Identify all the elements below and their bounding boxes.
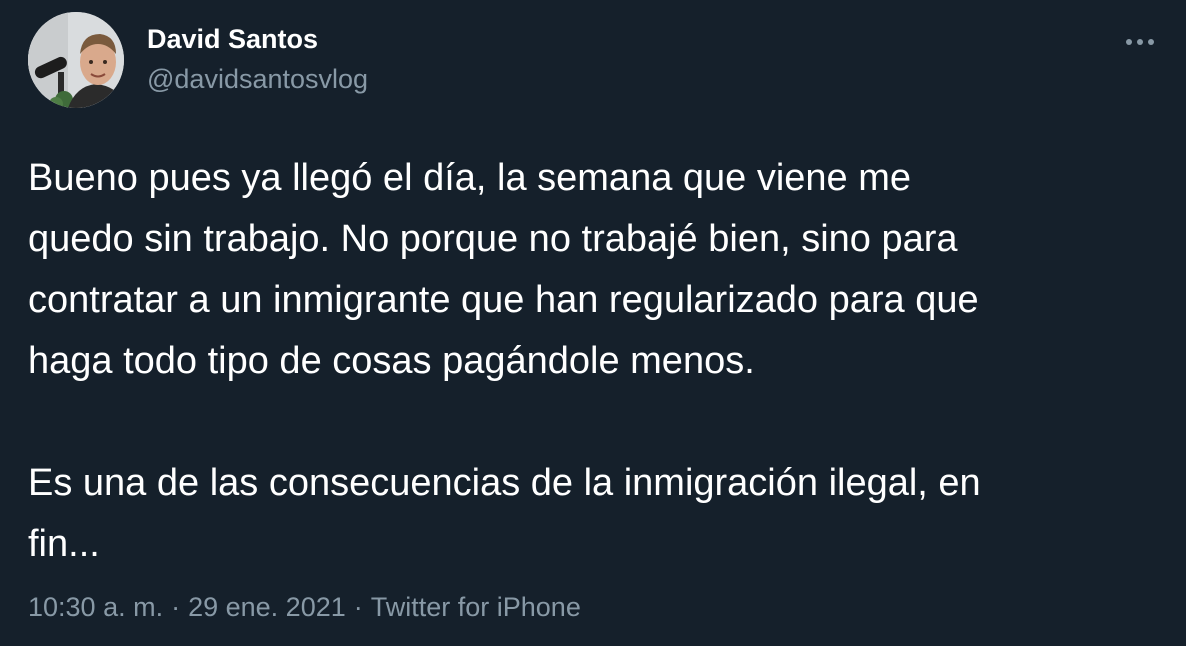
more-horizontal-icon: [1126, 39, 1154, 45]
tweet-text-line: Bueno pues ya llegó el día, la semana qu…: [28, 157, 912, 199]
tweet-card: David Santos @davidsantosvlog Bueno pues…: [0, 0, 1186, 646]
tweet-text: Bueno pues ya llegó el día, la semana qu…: [28, 148, 1158, 575]
tweet-metadata: 10:30 a. m. · 29 ene. 2021 · Twitter for iPh…: [28, 592, 581, 623]
author-display-name[interactable]: David Santos: [147, 24, 318, 55]
tweet-date[interactable]: 29 ene. 2021: [188, 592, 346, 622]
tweet-time[interactable]: 10:30 a. m.: [28, 592, 163, 622]
tweet-text-line: contratar a un inmigrante que han regula…: [28, 279, 979, 321]
more-options-button[interactable]: [1118, 24, 1162, 60]
avatar-image: [28, 12, 124, 108]
tweet-text-line: haga todo tipo de cosas pagándole menos.: [28, 340, 755, 382]
tweet-source-link[interactable]: Twitter for iPhone: [371, 592, 581, 622]
author-handle[interactable]: @davidsantosvlog: [147, 64, 368, 95]
meta-separator: ·: [353, 592, 363, 622]
tweet-text-line: quedo sin trabajo. No porque no trabajé …: [28, 218, 958, 260]
meta-separator: ·: [171, 592, 181, 622]
tweet-text-line: fin...: [28, 523, 100, 565]
avatar[interactable]: [28, 12, 124, 108]
tweet-text-line: Es una de las consecuencias de la inmigr…: [28, 462, 981, 504]
